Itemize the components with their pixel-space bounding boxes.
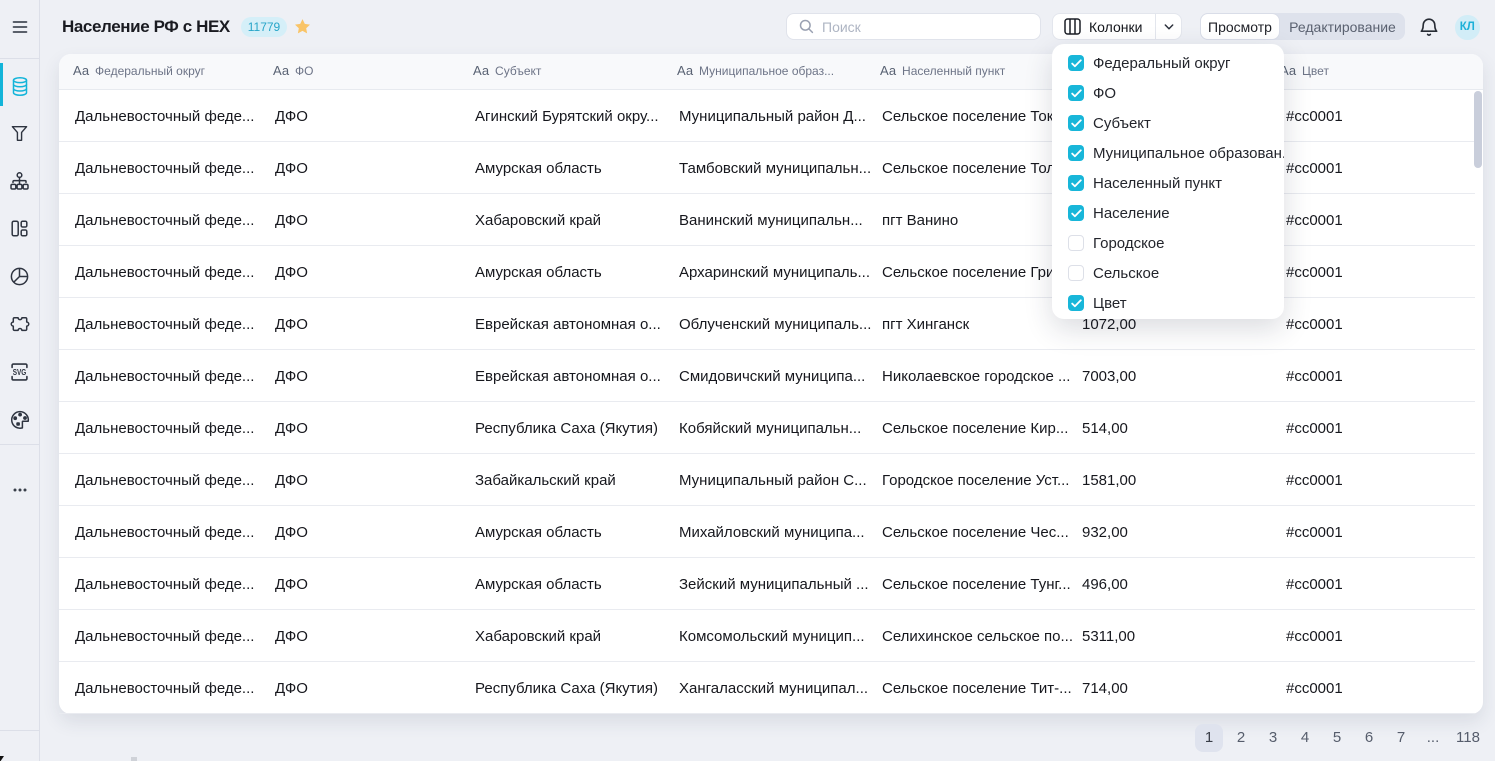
svg-text:SVG: SVG	[13, 367, 27, 377]
